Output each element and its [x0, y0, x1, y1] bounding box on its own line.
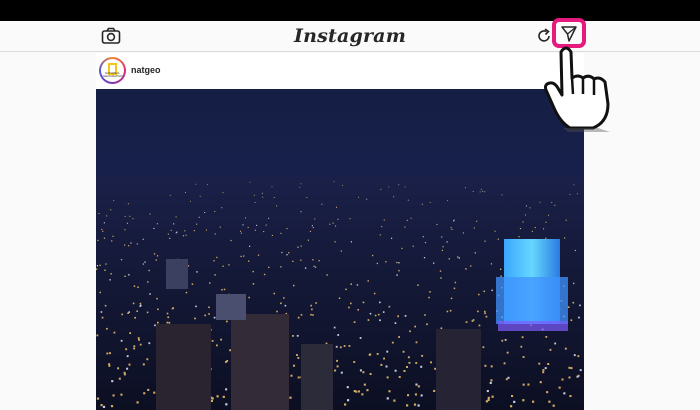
paper-plane-icon — [561, 26, 577, 42]
pointing-hand-icon — [544, 46, 610, 132]
feed: NATIONAL GEOGRAPHIC natgeo — [96, 53, 584, 410]
avatar[interactable]: NATIONAL GEOGRAPHIC — [99, 57, 126, 84]
post-image[interactable] — [96, 89, 584, 410]
status-bar — [0, 0, 700, 21]
post-username[interactable]: natgeo — [131, 65, 161, 75]
avatar-logo-text: NATIONAL GEOGRAPHIC — [103, 71, 124, 78]
post-header: NATIONAL GEOGRAPHIC natgeo — [96, 53, 584, 89]
